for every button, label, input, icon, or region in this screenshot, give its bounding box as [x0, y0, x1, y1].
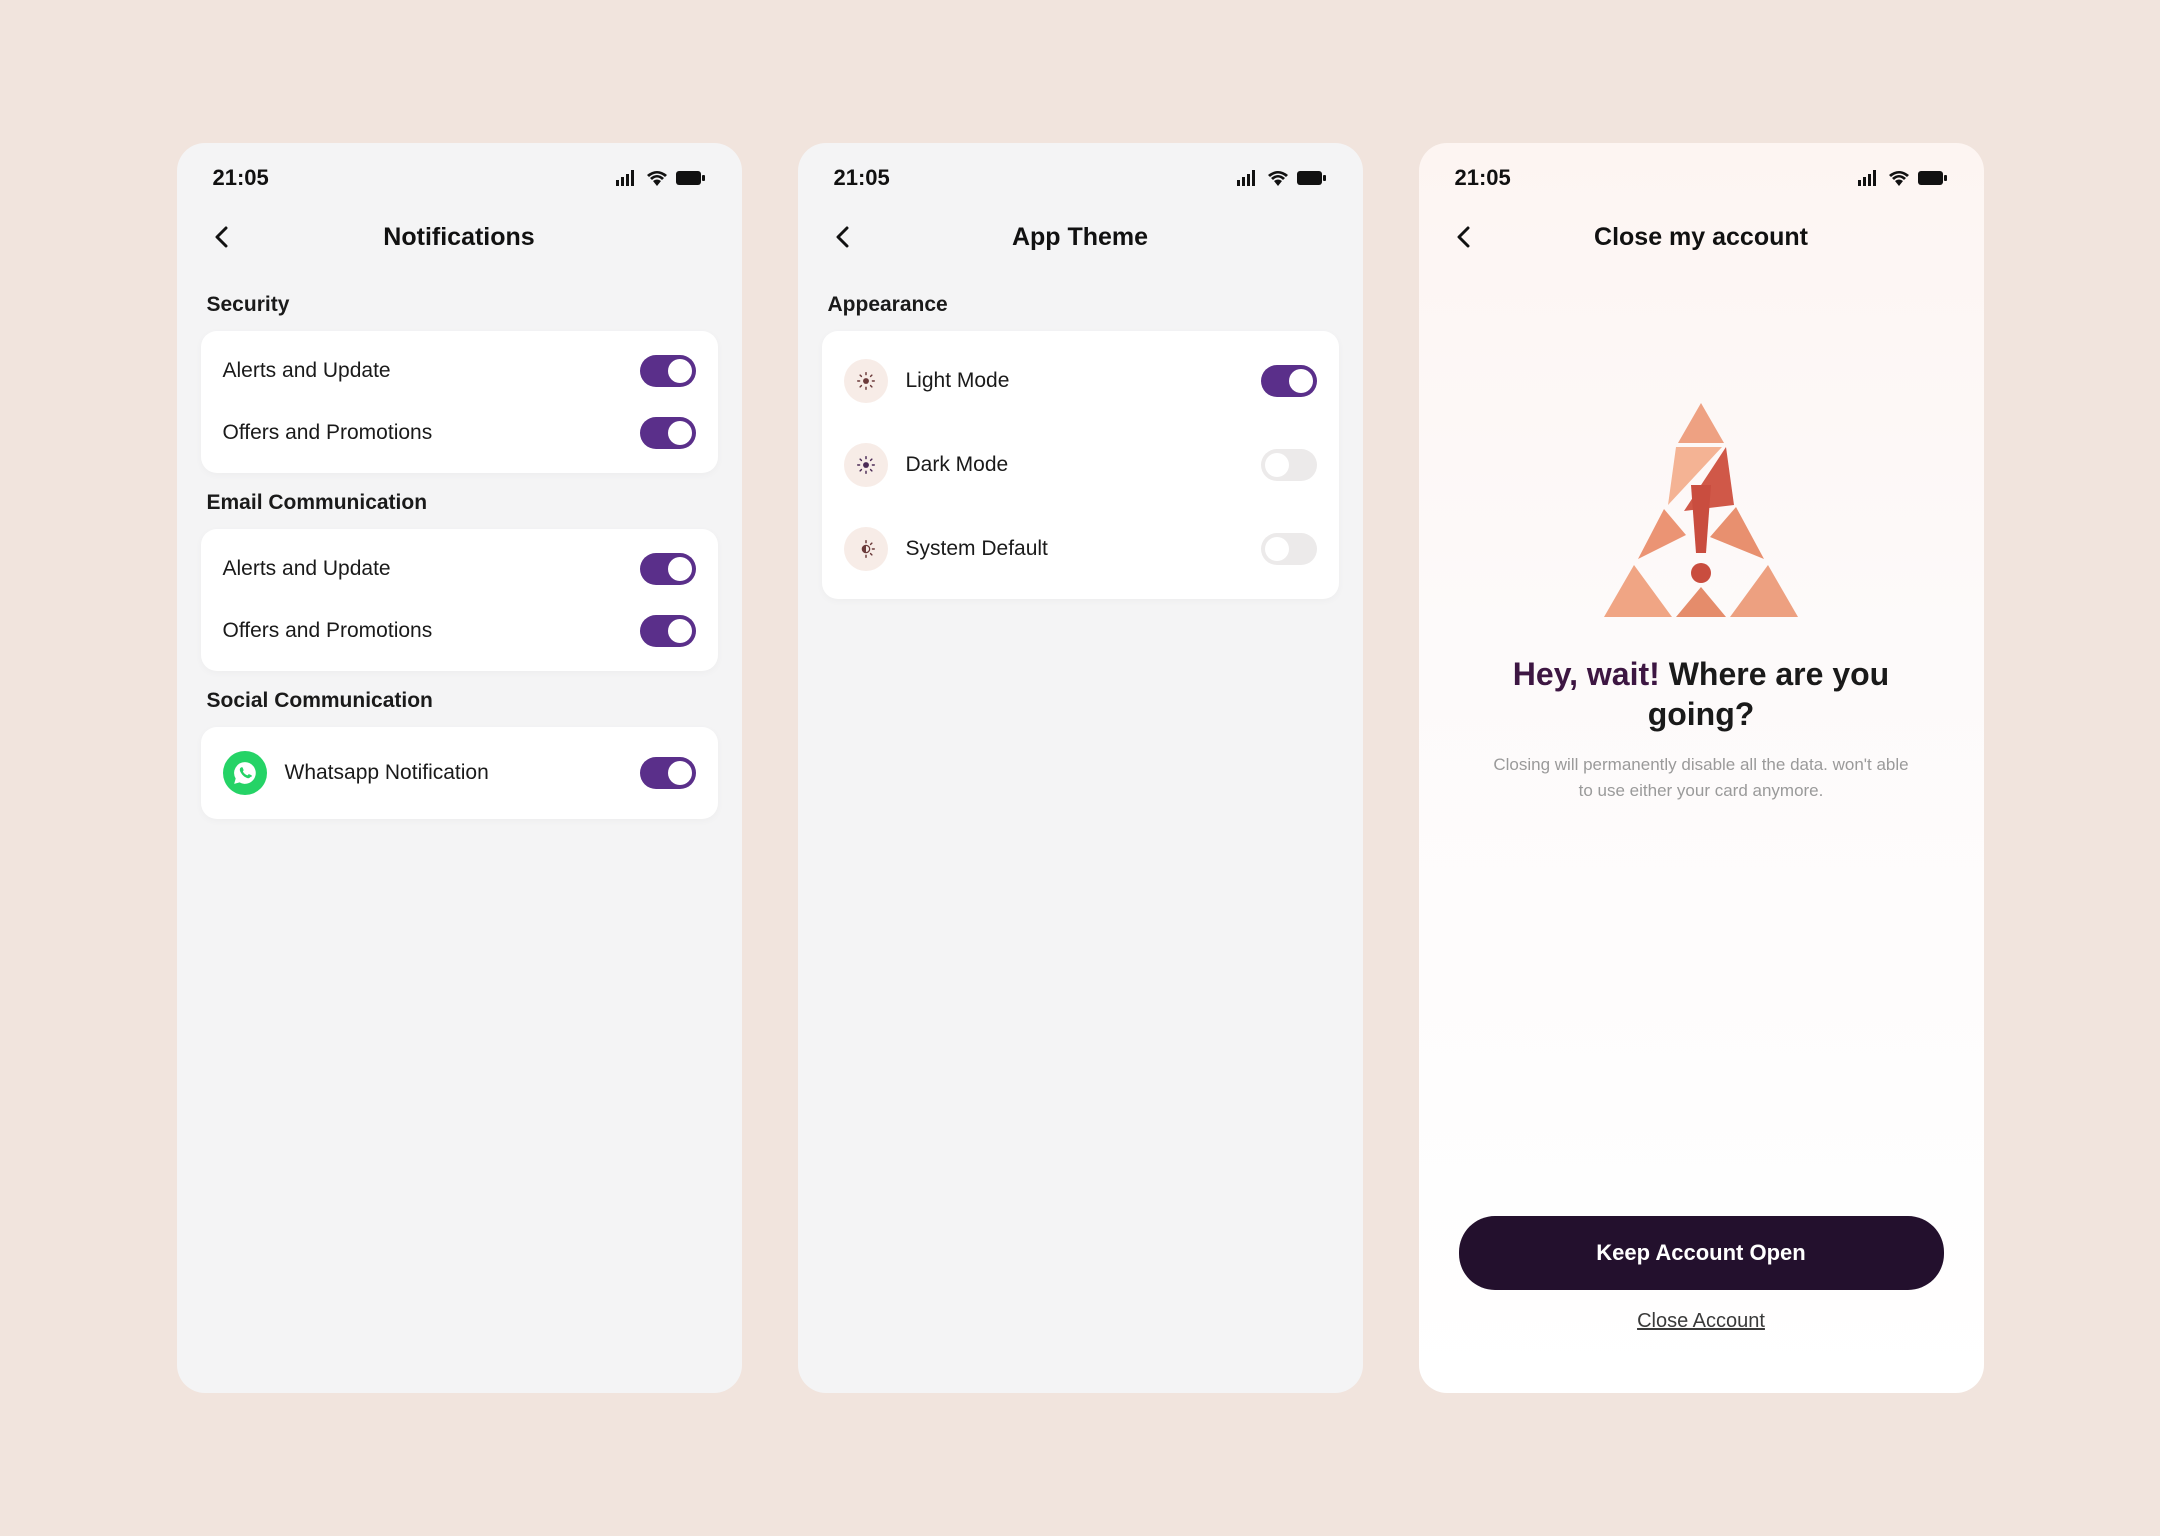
- page-title: App Theme: [798, 223, 1363, 252]
- row-security-alerts: Alerts and Update: [201, 331, 718, 411]
- toggle-email-offers[interactable]: [640, 615, 696, 647]
- header: Close my account: [1419, 201, 1984, 275]
- chevron-left-icon: [1456, 226, 1470, 248]
- signal-icon: [1237, 170, 1259, 186]
- page-title: Close my account: [1419, 223, 1984, 252]
- battery-icon: [676, 170, 706, 186]
- battery-icon: [1297, 170, 1327, 186]
- row-label: Dark Mode: [906, 453, 1009, 477]
- screen-notifications: 21:05 Notifications Security Alerts and …: [177, 143, 742, 1393]
- status-bar: 21:05: [798, 143, 1363, 201]
- close-heading-rest: Where are you going?: [1648, 656, 1890, 732]
- screen-theme: 21:05 App Theme Appearance Light Mode: [798, 143, 1363, 1393]
- section-label-social: Social Communication: [207, 689, 712, 713]
- keep-account-open-button[interactable]: Keep Account Open: [1459, 1216, 1944, 1290]
- status-icons: [1237, 170, 1327, 186]
- signal-icon: [616, 170, 638, 186]
- row-email-offers: Offers and Promotions: [201, 609, 718, 671]
- row-security-offers: Offers and Promotions: [201, 411, 718, 473]
- section-label-appearance: Appearance: [828, 293, 1333, 317]
- security-card: Alerts and Update Offers and Promotions: [201, 331, 718, 473]
- header: Notifications: [177, 201, 742, 275]
- signal-icon: [1858, 170, 1880, 186]
- status-time: 21:05: [1455, 165, 1511, 191]
- status-bar: 21:05: [177, 143, 742, 201]
- toggle-security-offers[interactable]: [640, 417, 696, 449]
- screen-close-account: 21:05 Close my account: [1419, 143, 1984, 1393]
- system-default-icon: [844, 527, 888, 571]
- row-light-mode[interactable]: Light Mode: [822, 331, 1339, 431]
- row-dark-mode[interactable]: Dark Mode: [822, 431, 1339, 515]
- back-button[interactable]: [1443, 217, 1483, 257]
- close-heading: Hey, wait! Where are you going?: [1459, 654, 1944, 734]
- toggle-light-mode[interactable]: [1261, 365, 1317, 397]
- row-system-default[interactable]: System Default: [822, 515, 1339, 599]
- warning-triangle-icon: [1576, 395, 1826, 630]
- status-bar: 21:05: [1419, 143, 1984, 201]
- chevron-left-icon: [214, 226, 228, 248]
- appearance-card: Light Mode Dark Mode System: [822, 331, 1339, 599]
- wifi-icon: [646, 170, 668, 186]
- content: Security Alerts and Update Offers and Pr…: [177, 275, 742, 1393]
- close-account-link[interactable]: Close Account: [1637, 1310, 1765, 1333]
- row-label: Whatsapp Notification: [285, 761, 489, 785]
- dark-mode-icon: [844, 443, 888, 487]
- close-heading-emph: Hey, wait!: [1513, 656, 1660, 692]
- header: App Theme: [798, 201, 1363, 275]
- email-card: Alerts and Update Offers and Promotions: [201, 529, 718, 671]
- close-content: Hey, wait! Where are you going? Closing …: [1419, 275, 1984, 1192]
- battery-icon: [1918, 170, 1948, 186]
- status-icons: [616, 170, 706, 186]
- wifi-icon: [1888, 170, 1910, 186]
- bottom-actions: Keep Account Open Close Account: [1419, 1192, 1984, 1393]
- row-label: Offers and Promotions: [223, 421, 433, 445]
- toggle-whatsapp[interactable]: [640, 757, 696, 789]
- row-whatsapp: Whatsapp Notification: [201, 727, 718, 819]
- section-label-security: Security: [207, 293, 712, 317]
- back-button[interactable]: [822, 217, 862, 257]
- wifi-icon: [1267, 170, 1289, 186]
- status-time: 21:05: [213, 165, 269, 191]
- chevron-left-icon: [835, 226, 849, 248]
- toggle-system-default[interactable]: [1261, 533, 1317, 565]
- row-label: Alerts and Update: [223, 359, 391, 383]
- back-button[interactable]: [201, 217, 241, 257]
- section-label-email: Email Communication: [207, 491, 712, 515]
- toggle-security-alerts[interactable]: [640, 355, 696, 387]
- light-mode-icon: [844, 359, 888, 403]
- status-time: 21:05: [834, 165, 890, 191]
- toggle-dark-mode[interactable]: [1261, 449, 1317, 481]
- social-card: Whatsapp Notification: [201, 727, 718, 819]
- row-email-alerts: Alerts and Update: [201, 529, 718, 609]
- toggle-email-alerts[interactable]: [640, 553, 696, 585]
- row-label: Offers and Promotions: [223, 619, 433, 643]
- status-icons: [1858, 170, 1948, 186]
- content: Appearance Light Mode Dark Mode: [798, 275, 1363, 1393]
- row-label: Alerts and Update: [223, 557, 391, 581]
- row-label: System Default: [906, 537, 1048, 561]
- row-label: Light Mode: [906, 369, 1010, 393]
- close-subtext: Closing will permanently disable all the…: [1491, 752, 1911, 803]
- page-title: Notifications: [177, 223, 742, 252]
- whatsapp-icon: [223, 751, 267, 795]
